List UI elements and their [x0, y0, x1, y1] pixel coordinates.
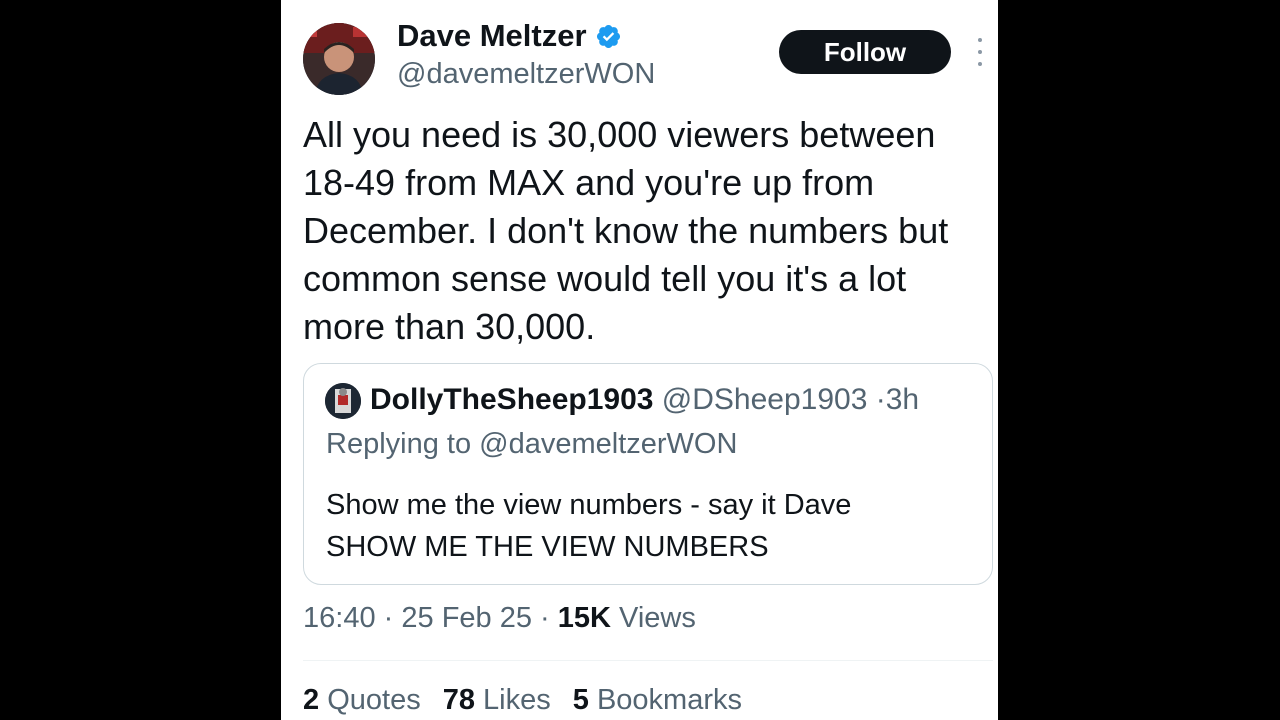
quote-text: Show me the view numbers - say it Dave S… — [326, 484, 976, 568]
stat-count: 5 — [572, 684, 589, 716]
stat-label: Quotes — [327, 684, 421, 716]
views-count: 15K — [557, 602, 611, 634]
quote-handle[interactable]: @DSheep1903 — [662, 383, 868, 416]
stat-count: 78 — [442, 684, 475, 716]
stat-likes[interactable]: 78 Likes — [443, 684, 551, 717]
quote-avatar[interactable] — [325, 383, 361, 419]
quote-replying-to: Replying to @davemeltzerWON — [326, 428, 738, 460]
author-handle[interactable]: @davemeltzerWON — [397, 58, 655, 91]
divider — [303, 660, 993, 661]
follow-button[interactable]: Follow — [779, 30, 951, 74]
tweet-card: Dave Meltzer @davemeltzerWON Follow All … — [281, 0, 998, 720]
stat-quotes[interactable]: 2 Quotes — [303, 684, 421, 717]
quote-display-name[interactable]: DollyTheSheep1903 — [370, 383, 653, 416]
author-name-text: Dave Meltzer — [397, 18, 587, 53]
meta-separator: · — [383, 602, 394, 634]
quoted-tweet[interactable]: DollyTheSheep1903 @DSheep1903 ·3h Replyi… — [303, 363, 993, 585]
author-avatar[interactable] — [303, 23, 375, 95]
quote-header: DollyTheSheep1903 @DSheep1903 ·3h — [370, 383, 919, 417]
tweet-time[interactable]: 16:40 — [303, 602, 376, 634]
quote-time[interactable]: 3h — [886, 383, 919, 416]
quote-text-line-1: Show me the view numbers - say it Dave — [326, 489, 852, 521]
tweet-stats: 2 Quotes 78 Likes 5 Bookmarks — [303, 684, 742, 717]
author-avatar-image — [303, 23, 375, 95]
tweet-meta: 16:40 · 25 Feb 25 · 15K Views — [303, 602, 696, 635]
author-display-name[interactable]: Dave Meltzer — [397, 18, 622, 54]
quote-text-line-2: SHOW ME THE VIEW NUMBERS — [326, 531, 769, 563]
tweet-text: All you need is 30,000 viewers between 1… — [303, 114, 949, 347]
more-options-icon[interactable] — [971, 38, 989, 66]
verified-badge-icon — [596, 24, 620, 48]
stat-bookmarks[interactable]: 5 Bookmarks — [573, 684, 742, 717]
views-label: Views — [619, 602, 696, 634]
stat-label: Likes — [483, 684, 551, 716]
quote-separator: · — [875, 383, 886, 416]
stat-label: Bookmarks — [596, 684, 742, 716]
tweet-date[interactable]: 25 Feb 25 — [401, 602, 532, 634]
quote-avatar-image — [325, 383, 361, 419]
meta-separator: · — [540, 602, 550, 634]
stat-count: 2 — [303, 684, 320, 716]
